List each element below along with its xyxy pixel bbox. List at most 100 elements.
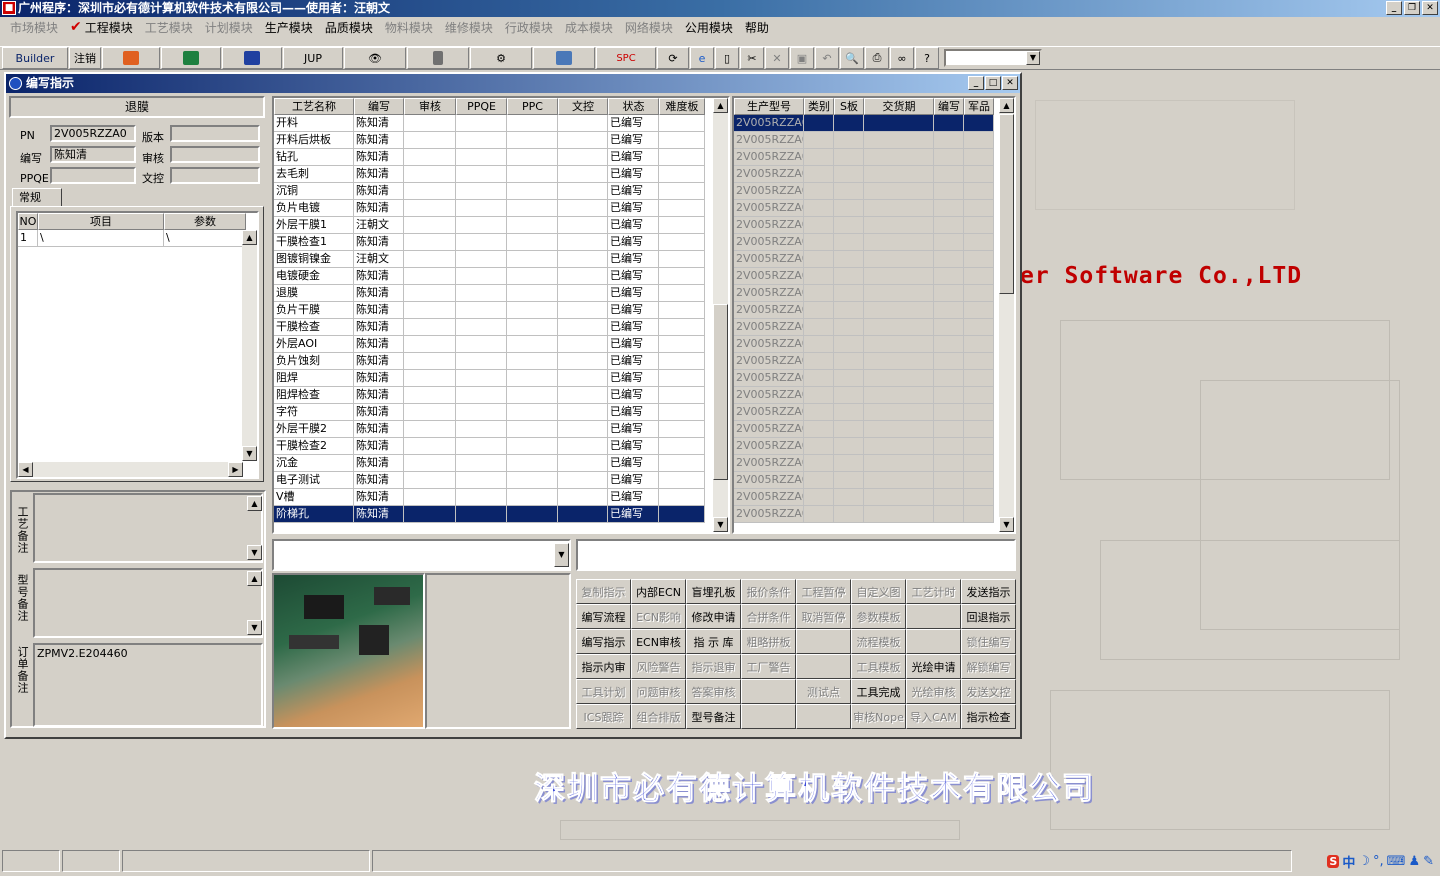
table-row[interactable]: 2V005RZZA0 — [734, 115, 1014, 132]
process-cell-1[interactable]: 陈知清 — [354, 353, 404, 370]
process-cell-1[interactable]: 陈知清 — [354, 149, 404, 166]
action-button-0-1[interactable]: 内部ECN — [631, 579, 686, 604]
process-cell-7[interactable] — [659, 370, 705, 387]
action-button-3-1[interactable]: 风险警告 — [631, 654, 686, 679]
model-cell-3[interactable] — [864, 455, 934, 472]
param-vscrollbar[interactable]: ▲ ▼ — [242, 230, 257, 461]
process-cell-2[interactable] — [404, 285, 456, 302]
process-cell-3[interactable] — [456, 421, 507, 438]
model-cell-1[interactable] — [804, 455, 834, 472]
process-cell-4[interactable] — [507, 234, 558, 251]
process-cell-5[interactable] — [558, 200, 608, 217]
param-header-0[interactable]: NO — [18, 213, 38, 230]
model-cell-1[interactable] — [804, 251, 834, 268]
action-button-5-4[interactable] — [796, 704, 851, 729]
process-cell-4[interactable] — [507, 183, 558, 200]
model-note-field[interactable] — [33, 568, 263, 638]
menu-item-10[interactable]: 网络模块 — [619, 19, 679, 36]
process-cell-0[interactable]: 电子测试 — [274, 472, 354, 489]
sogou-icon[interactable]: S — [1327, 854, 1340, 868]
model-cell-0[interactable]: 2V005RZZA0 — [734, 302, 804, 319]
process-cell-7[interactable] — [659, 319, 705, 336]
process-cell-1[interactable]: 陈知清 — [354, 472, 404, 489]
model-cell-3[interactable] — [864, 472, 934, 489]
process-cell-5[interactable] — [558, 404, 608, 421]
model-cell-4[interactable] — [934, 353, 964, 370]
process-cell-5[interactable] — [558, 506, 608, 523]
process-header-6[interactable]: 状态 — [608, 98, 659, 115]
process-cell-7[interactable] — [659, 455, 705, 472]
table-row[interactable]: 2V005RZZA0 — [734, 285, 1014, 302]
table-row[interactable]: 外层干膜2 陈知清 已编写 — [274, 421, 728, 438]
process-cell-7[interactable] — [659, 166, 705, 183]
action-button-0-5[interactable]: 自定义图 — [851, 579, 906, 604]
process-header-5[interactable]: 文控 — [558, 98, 608, 115]
process-cell-7[interactable] — [659, 387, 705, 404]
process-cell-0[interactable]: 阻焊检查 — [274, 387, 354, 404]
process-header-3[interactable]: PPQE — [456, 98, 507, 115]
scroll-up-icon[interactable]: ▲ — [999, 98, 1014, 113]
model-cell-3[interactable] — [864, 217, 934, 234]
model-cell-2[interactable] — [834, 370, 864, 387]
process-cell-6[interactable]: 已编写 — [608, 115, 659, 132]
process-header-1[interactable]: 编写 — [354, 98, 404, 115]
model-cell-5[interactable] — [964, 302, 994, 319]
model-cell-0[interactable]: 2V005RZZA0 — [734, 336, 804, 353]
process-cell-0[interactable]: 外层干膜2 — [274, 421, 354, 438]
process-cell-2[interactable] — [404, 251, 456, 268]
order-note-field[interactable]: ZPMV2.E204460 — [33, 643, 263, 727]
param-header-1[interactable]: 项目 — [38, 213, 164, 230]
model-cell-5[interactable] — [964, 370, 994, 387]
process-cell-6[interactable]: 已编写 — [608, 421, 659, 438]
table-row[interactable]: 负片干膜 陈知清 已编写 — [274, 302, 728, 319]
table-row[interactable]: 2V005RZZA0 — [734, 421, 1014, 438]
scroll-up-icon[interactable]: ▲ — [242, 230, 257, 245]
process-cell-6[interactable]: 已编写 — [608, 166, 659, 183]
process-cell-2[interactable] — [404, 166, 456, 183]
process-cell-1[interactable]: 陈知清 — [354, 285, 404, 302]
table-row[interactable]: 2V005RZZA0 — [734, 200, 1014, 217]
process-cell-1[interactable]: 陈知清 — [354, 489, 404, 506]
menu-item-0[interactable]: 市场模块 — [4, 19, 64, 36]
model-cell-4[interactable] — [934, 200, 964, 217]
menu-item-1[interactable]: ✔ 工程模块 — [64, 19, 139, 36]
process-cell-3[interactable] — [456, 268, 507, 285]
ie-button[interactable]: e — [690, 47, 714, 69]
process-cell-3[interactable] — [456, 455, 507, 472]
model-cell-1[interactable] — [804, 472, 834, 489]
model-cell-2[interactable] — [834, 387, 864, 404]
process-cell-6[interactable]: 已编写 — [608, 200, 659, 217]
model-cell-4[interactable] — [934, 421, 964, 438]
table-row[interactable]: 2V005RZZA0 — [734, 149, 1014, 166]
model-cell-0[interactable]: 2V005RZZA0 — [734, 421, 804, 438]
model-cell-5[interactable] — [964, 387, 994, 404]
table-row[interactable]: 阶梯孔 陈知清 已编写 — [274, 506, 728, 523]
action-button-0-3[interactable]: 报价条件 — [741, 579, 796, 604]
model-cell-5[interactable] — [964, 132, 994, 149]
param-cell-no[interactable]: 1 — [18, 230, 38, 247]
process-cell-0[interactable]: 干膜检查 — [274, 319, 354, 336]
action-button-5-3[interactable] — [741, 704, 796, 729]
table-row[interactable]: 2V005RZZA0 — [734, 251, 1014, 268]
table-row[interactable]: 字符 陈知清 已编写 — [274, 404, 728, 421]
model-cell-4[interactable] — [934, 370, 964, 387]
process-cell-0[interactable]: 去毛刺 — [274, 166, 354, 183]
action-button-4-3[interactable] — [741, 679, 796, 704]
param-header-2[interactable]: 参数 — [164, 213, 246, 230]
find-button[interactable]: ∞ — [890, 47, 914, 69]
model-cell-2[interactable] — [834, 115, 864, 132]
process-cell-6[interactable]: 已编写 — [608, 506, 659, 523]
model-cell-1[interactable] — [804, 438, 834, 455]
table-row[interactable]: 去毛刺 陈知清 已编写 — [274, 166, 728, 183]
keyboard-icon[interactable]: ⌨ — [1387, 854, 1406, 869]
process-cell-6[interactable]: 已编写 — [608, 268, 659, 285]
table-row[interactable]: 干膜检查 陈知清 已编写 — [274, 319, 728, 336]
model-cell-2[interactable] — [834, 472, 864, 489]
table-row[interactable]: 2V005RZZA0 — [734, 506, 1014, 523]
menu-item-9[interactable]: 成本模块 — [559, 19, 619, 36]
model-cell-1[interactable] — [804, 387, 834, 404]
model-cell-4[interactable] — [934, 506, 964, 523]
process-cell-2[interactable] — [404, 217, 456, 234]
model-cell-2[interactable] — [834, 455, 864, 472]
model-cell-2[interactable] — [834, 302, 864, 319]
